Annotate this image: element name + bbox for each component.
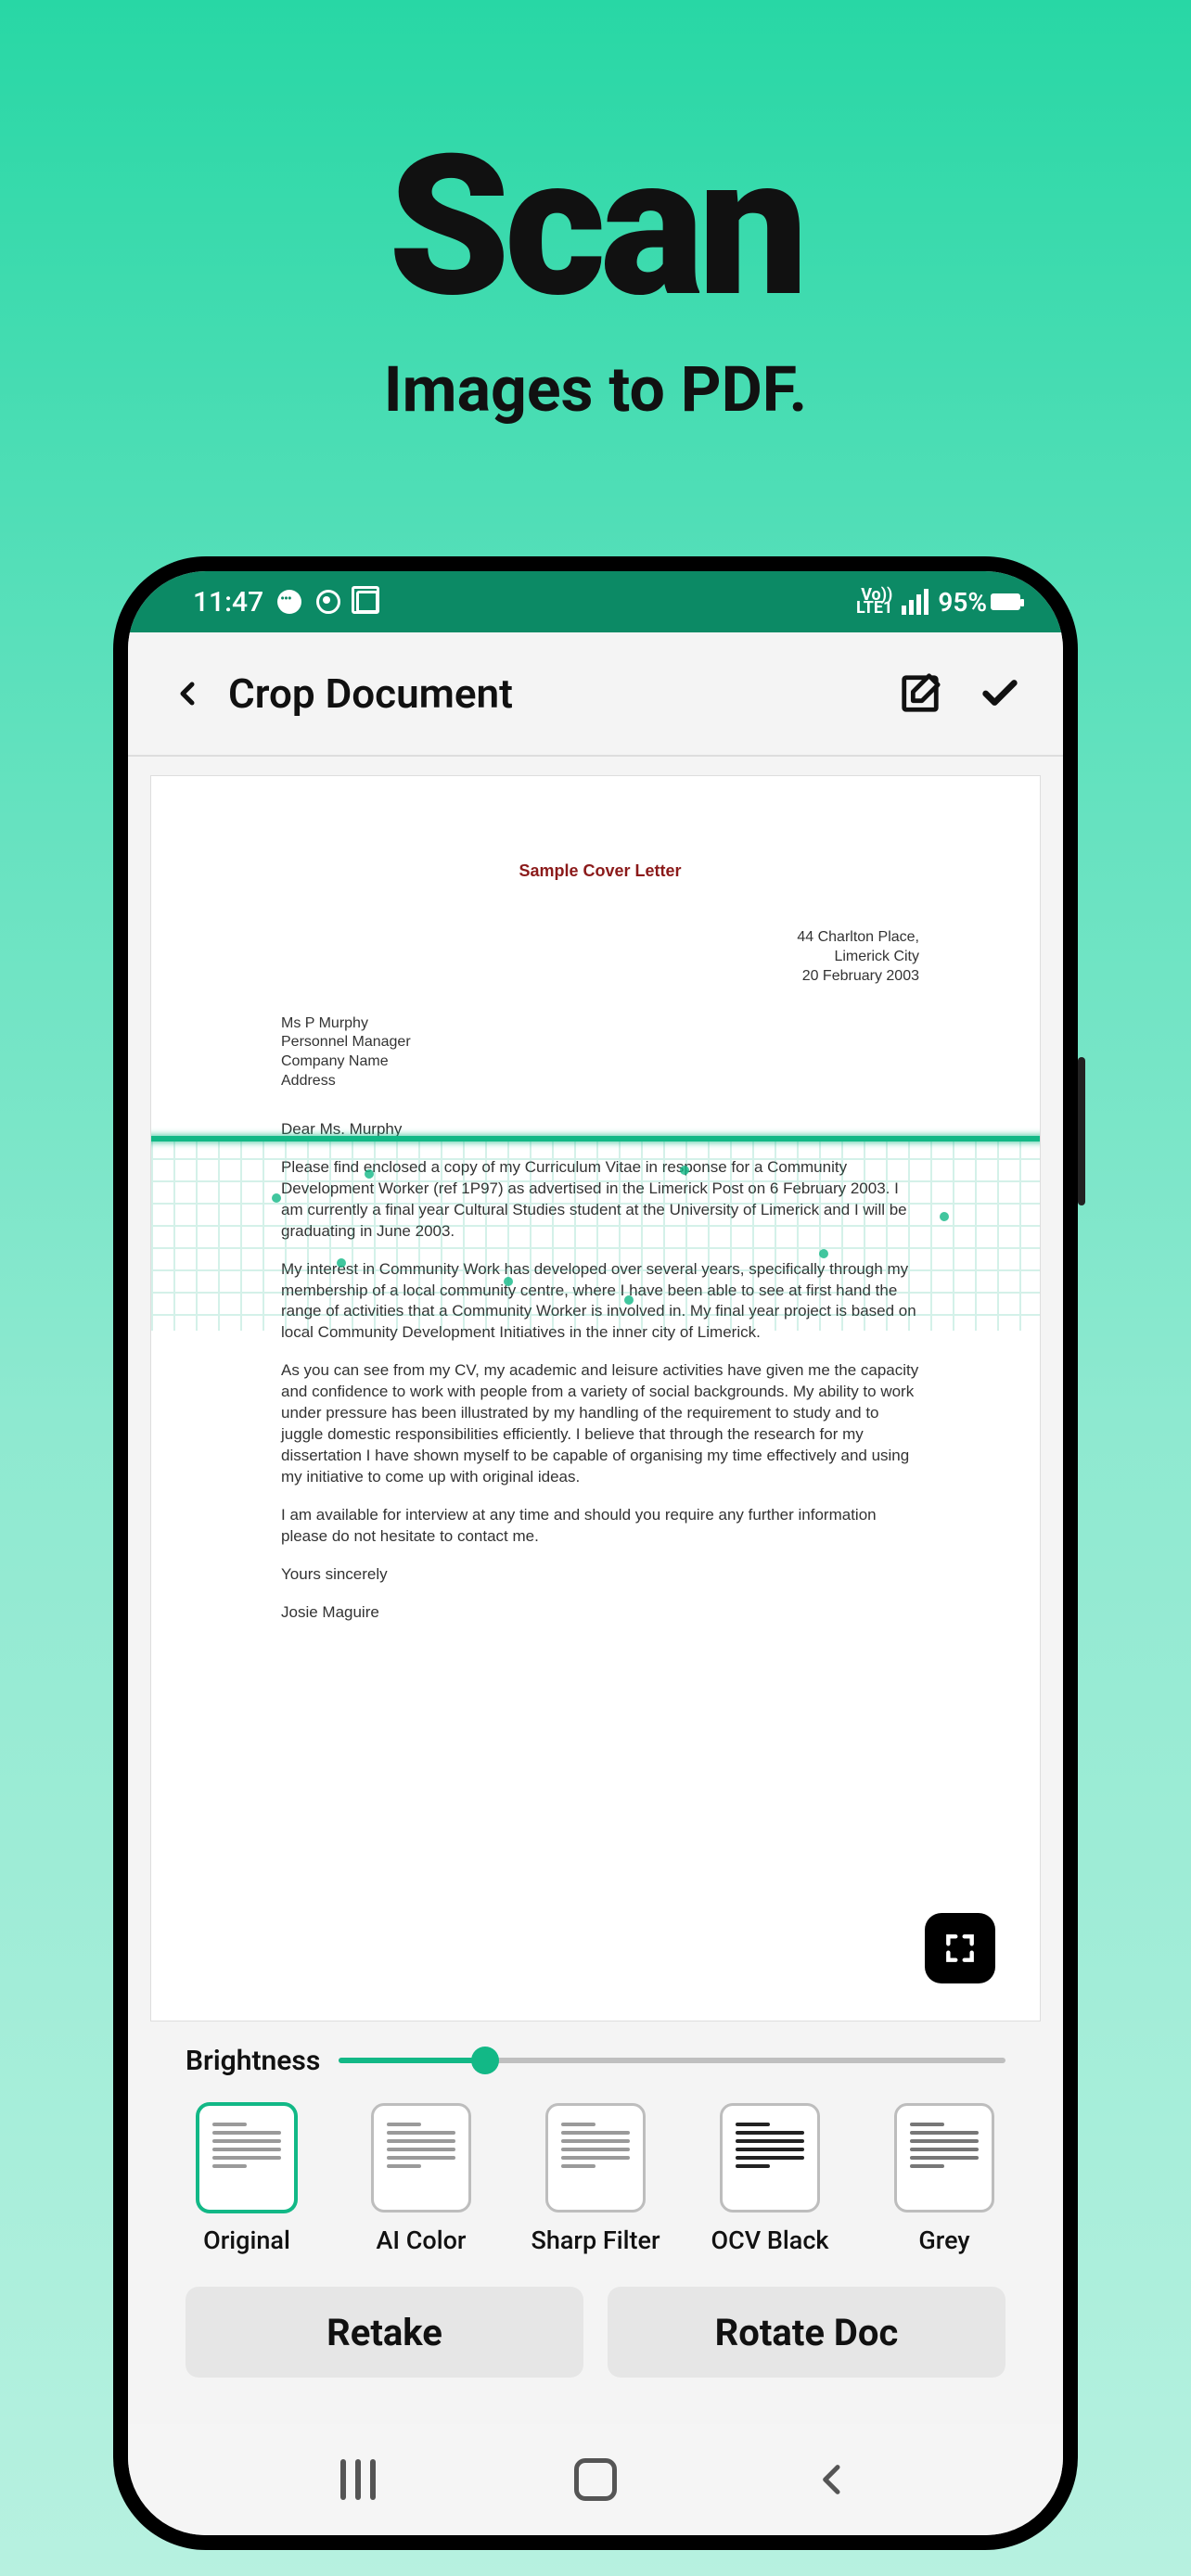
- confirm-button[interactable]: [974, 668, 1026, 720]
- filter-thumb: [197, 2103, 297, 2213]
- filter-original[interactable]: Original: [191, 2103, 302, 2255]
- doc-salutation: Dear Ms. Murphy: [281, 1119, 919, 1141]
- battery-indicator: 95%: [938, 587, 1020, 618]
- filter-label: OCV Black: [711, 2225, 828, 2255]
- app-header: Crop Document: [128, 632, 1063, 757]
- fullscreen-button[interactable]: [925, 1913, 995, 1983]
- network-label: Vo)) LTE1: [856, 589, 892, 615]
- retake-button[interactable]: Retake: [186, 2287, 583, 2378]
- filter-thumb: [894, 2103, 994, 2213]
- doc-paragraph-1: Please find enclosed a copy of my Curric…: [281, 1157, 919, 1243]
- filter-label: Original: [203, 2225, 290, 2255]
- filter-row: Original AI Color Sharp Filter: [150, 2088, 1041, 2263]
- doc-paragraph-2: My interest in Community Work has develo…: [281, 1259, 919, 1345]
- document-preview-area: Sample Cover Letter 44 Charlton Place, L…: [128, 757, 1063, 2424]
- edit-button[interactable]: [894, 668, 946, 720]
- doc-signature: Josie Maguire: [281, 1602, 919, 1624]
- system-nav-bar: [128, 2424, 1063, 2535]
- doc-recipient-address: Ms P Murphy Personnel Manager Company Na…: [281, 1014, 919, 1091]
- doc-paragraph-3: As you can see from my CV, my academic a…: [281, 1360, 919, 1488]
- promo-title: Scan: [0, 130, 1191, 325]
- filter-label: Grey: [918, 2225, 969, 2255]
- filter-sharp[interactable]: Sharp Filter: [540, 2103, 651, 2255]
- brightness-label: Brightness: [186, 2045, 320, 2077]
- action-button-row: Retake Rotate Doc: [150, 2263, 1041, 2415]
- filter-thumb: [720, 2103, 820, 2213]
- nav-home-button[interactable]: [568, 2452, 623, 2507]
- filter-label: AI Color: [377, 2225, 467, 2255]
- chrome-icon: [315, 589, 341, 615]
- chat-notification-icon: [276, 589, 302, 615]
- rotate-button[interactable]: Rotate Doc: [608, 2287, 1005, 2378]
- signal-icon: [902, 589, 928, 615]
- battery-icon: [991, 593, 1020, 610]
- doc-closing: Yours sincerely: [281, 1564, 919, 1586]
- promo-subtitle: Images to PDF.: [0, 352, 1191, 427]
- doc-sender-address: 44 Charlton Place, Limerick City 20 Febr…: [281, 928, 919, 986]
- nav-back-button[interactable]: [805, 2452, 861, 2507]
- filter-ocv-black[interactable]: OCV Black: [714, 2103, 826, 2255]
- back-button[interactable]: [165, 671, 210, 716]
- document-content: Sample Cover Letter 44 Charlton Place, L…: [151, 776, 1040, 2021]
- filter-grey[interactable]: Grey: [889, 2103, 1000, 2255]
- filter-label: Sharp Filter: [531, 2225, 660, 2255]
- brightness-slider[interactable]: [339, 2042, 1005, 2079]
- doc-paragraph-4: I am available for interview at any time…: [281, 1505, 919, 1548]
- filter-ai-color[interactable]: AI Color: [365, 2103, 477, 2255]
- promo-banner: Scan Images to PDF.: [0, 130, 1191, 427]
- status-time: 11:47: [193, 586, 263, 618]
- phone-frame: 11:47 Vo)) LTE1 95% Crop Document: [113, 556, 1078, 2550]
- battery-text: 95%: [938, 587, 987, 618]
- filter-thumb: [545, 2103, 646, 2213]
- page-title: Crop Document: [228, 670, 513, 718]
- copy-icon: [354, 589, 380, 615]
- status-bar: 11:47 Vo)) LTE1 95%: [128, 571, 1063, 632]
- brightness-slider-thumb[interactable]: [471, 2047, 499, 2074]
- brightness-slider-fill: [339, 2058, 485, 2063]
- nav-recent-button[interactable]: [330, 2452, 386, 2507]
- filter-thumb: [371, 2103, 471, 2213]
- doc-title: Sample Cover Letter: [281, 860, 919, 882]
- phone-screen: 11:47 Vo)) LTE1 95% Crop Document: [128, 571, 1063, 2535]
- document-page[interactable]: Sample Cover Letter 44 Charlton Place, L…: [150, 775, 1041, 2021]
- brightness-row: Brightness: [150, 2021, 1041, 2088]
